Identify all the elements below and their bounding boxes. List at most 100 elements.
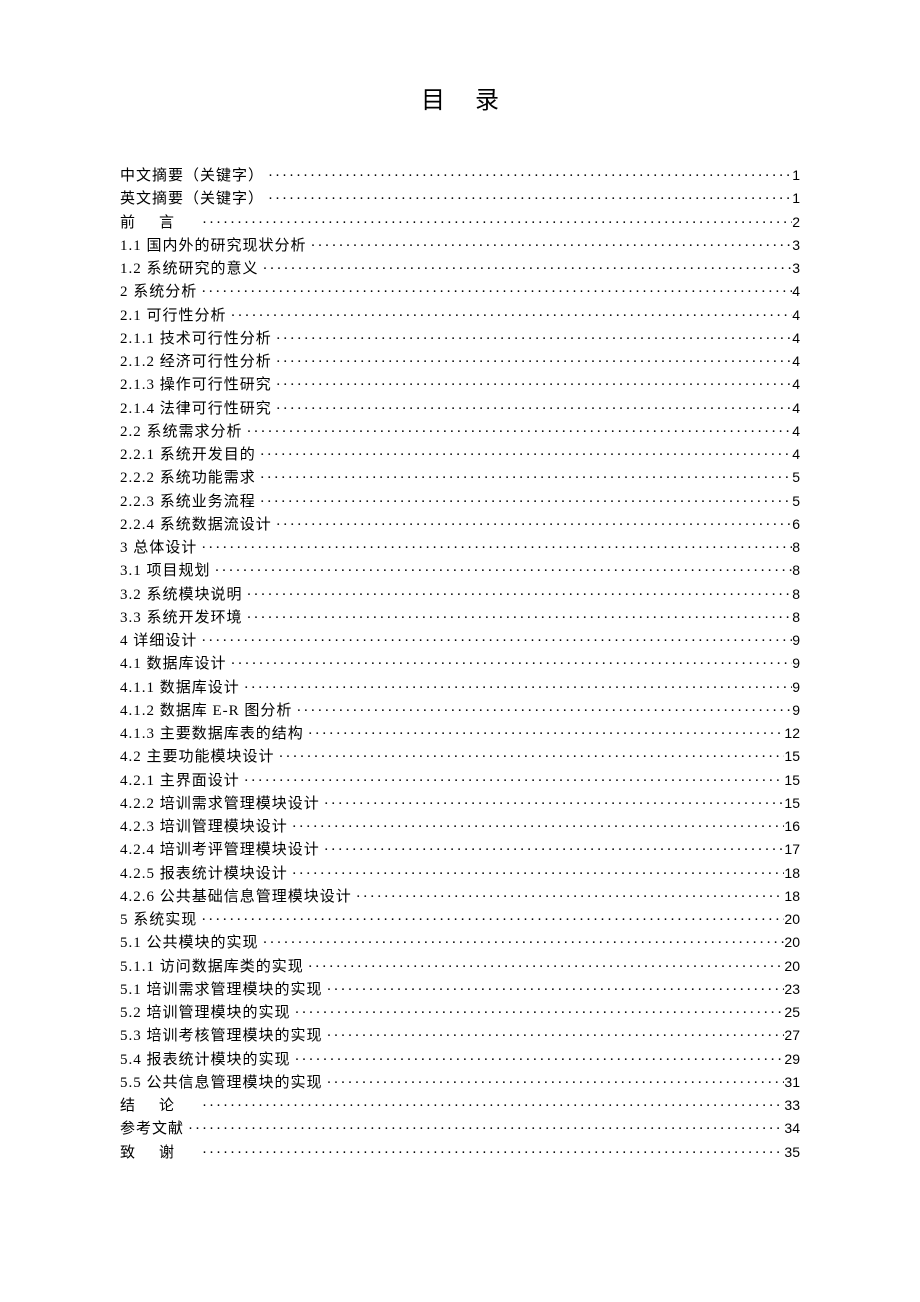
toc-entry-page: 5 [792,491,800,513]
toc-entry-label: 2.1.4 法律可行性研究 [120,398,272,421]
toc-entry: 2.2.1 系统开发目的4 [120,444,800,467]
toc-entry: 2.1.4 法律可行性研究4 [120,398,800,421]
toc-entry: 4.2 主要功能模块设计 15 [120,746,800,769]
toc-entry-page: 9 [792,700,800,722]
toc-entry: 英文摘要（关键字）1 [120,188,800,211]
toc-entry: 1.1 国内外的研究现状分析 3 [120,235,800,258]
toc-entry: 4.1.2 数据库 E-R 图分析9 [120,700,800,723]
toc-entry-page: 20 [784,956,800,978]
toc-entry-page: 8 [792,560,800,582]
toc-entry-page: 4 [792,305,800,327]
toc-entry-page: 9 [792,677,800,699]
toc-entry-page: 15 [784,770,800,792]
toc-leader-dots [323,1025,785,1048]
toc-entry-page: 27 [784,1025,800,1047]
toc-leader-dots [275,746,785,769]
toc-entry: 4.2.4 培训考评管理模块设计17 [120,839,800,862]
toc-entry-label: 5.1 培训需求管理模块的实现 [120,979,323,1002]
toc-leader-dots [272,328,792,351]
toc-leader-dots [292,700,792,723]
toc-entry: 4.1.1 数据库设计9 [120,677,800,700]
toc-leader-dots [243,421,793,444]
toc-leader-dots [197,281,792,304]
toc-entry-label: 2.2.3 系统业务流程 [120,491,256,514]
toc-title: 目录 [120,80,800,115]
toc-leader-dots [198,1095,784,1118]
toc-leader-dots [272,514,792,537]
toc-entry-label: 结论 [120,1095,198,1118]
toc-entry-page: 4 [792,328,800,350]
toc-entry-page: 20 [784,909,800,931]
toc-entry: 4.2.1 主界面设计 15 [120,770,800,793]
toc-entry-label: 4.2.1 主界面设计 [120,770,240,793]
toc-entry-page: 25 [784,1002,800,1024]
toc-entry-label: 1.2 系统研究的意义 [120,258,259,281]
toc-entry: 5.1 公共模块的实现20 [120,932,800,955]
toc-entry: 2.1.1 技术可行性分析4 [120,328,800,351]
toc-entry: 4 详细设计9 [120,630,800,653]
toc-entry-label: 4.1.3 主要数据库表的结构 [120,723,304,746]
toc-entry-page: 5 [792,467,800,489]
toc-entry: 4.1.3 主要数据库表的结构 12 [120,723,800,746]
toc-entry-page: 16 [784,816,800,838]
toc-entry-label: 2.1.2 经济可行性分析 [120,351,272,374]
toc-entry-label: 5.1 公共模块的实现 [120,932,259,955]
toc-entry: 4.2.5 报表统计模块设计18 [120,863,800,886]
toc-entry-page: 6 [792,514,800,536]
toc-entry: 5.4 报表统计模块的实现29 [120,1049,800,1072]
toc-entry-page: 23 [784,979,800,1001]
toc-leader-dots [227,305,793,328]
toc-leader-dots [198,1142,784,1165]
toc-entry-label: 4.2.3 培训管理模块设计 [120,816,288,839]
toc-entry: 2.2.2 系统功能需求 5 [120,467,800,490]
toc-entry: 5.3 培训考核管理模块的实现27 [120,1025,800,1048]
toc-entry-label: 4.2 主要功能模块设计 [120,746,275,769]
toc-entry: 5.1 培训需求管理模块的实现 23 [120,979,800,1002]
toc-entry: 5.2 培训管理模块的实现25 [120,1002,800,1025]
toc-entry-label: 2 系统分析 [120,281,197,304]
toc-entry-page: 18 [784,886,800,908]
toc-entry-label: 1.1 国内外的研究现状分析 [120,235,307,258]
toc-leader-dots [256,467,792,490]
toc-entry: 结论 33 [120,1095,800,1118]
toc-leader-dots [259,932,785,955]
toc-entry: 2.1 可行性分析4 [120,305,800,328]
toc-leader-dots [240,677,792,700]
toc-entry-label: 4.1 数据库设计 [120,653,227,676]
toc-entry-label: 2.2 系统需求分析 [120,421,243,444]
toc-entry-page: 17 [784,839,800,861]
toc-entry: 2.2 系统需求分析4 [120,421,800,444]
toc-entry-label: 3.1 项目规划 [120,560,211,583]
toc-entry-page: 3 [792,235,800,257]
toc-entry-label: 2.2.4 系统数据流设计 [120,514,272,537]
toc-list: 中文摘要（关键字）1英文摘要（关键字）1前言21.1 国内外的研究现状分析31.… [120,165,800,1165]
toc-entry-page: 12 [784,723,800,745]
toc-leader-dots [259,258,793,281]
toc-leader-dots [243,584,793,607]
toc-entry: 3.1 项目规划 8 [120,560,800,583]
toc-entry-page: 4 [792,281,800,303]
toc-entry-label: 中文摘要（关键字） [120,165,264,188]
toc-entry-label: 2.2.1 系统开发目的 [120,444,256,467]
toc-entry-page: 15 [784,746,800,768]
toc-entry-page: 8 [792,584,800,606]
toc-leader-dots [288,863,785,886]
toc-entry: 2.1.2 经济可行性分析4 [120,351,800,374]
toc-entry: 2.2.4 系统数据流设计 6 [120,514,800,537]
toc-leader-dots [197,630,792,653]
toc-entry-page: 18 [784,863,800,885]
toc-entry: 3.2 系统模块说明8 [120,584,800,607]
toc-entry-label: 3.3 系统开发环境 [120,607,243,630]
toc-entry-page: 33 [784,1095,800,1117]
toc-leader-dots [240,770,785,793]
toc-leader-dots [307,235,793,258]
toc-entry-label: 5.4 报表统计模块的实现 [120,1049,291,1072]
toc-leader-dots [256,491,792,514]
toc-entry: 5.1.1 访问数据库类的实现20 [120,956,800,979]
toc-leader-dots [227,653,793,676]
toc-entry-page: 8 [792,537,800,559]
toc-entry-label: 3 总体设计 [120,537,197,560]
toc-entry-label: 2.2.2 系统功能需求 [120,467,256,490]
toc-leader-dots [288,816,785,839]
toc-entry-label: 4.2.6 公共基础信息管理模块设计 [120,886,352,909]
